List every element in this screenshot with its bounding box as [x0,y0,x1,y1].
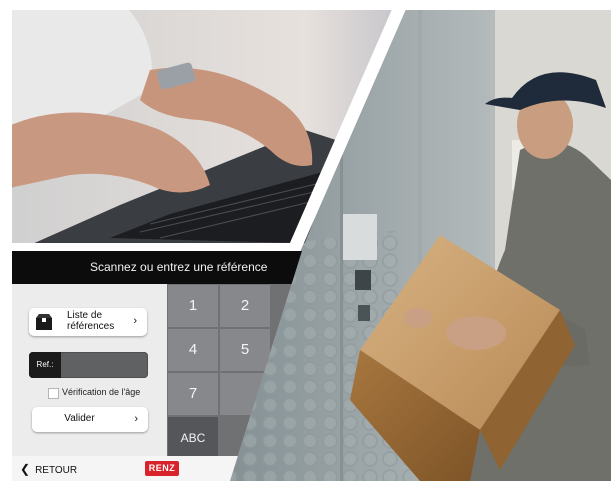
renz-logo: RENZ [145,461,179,476]
back-label: RETOUR [35,465,78,476]
key-2[interactable]: 2 [220,285,270,327]
key-4[interactable]: 4 [168,329,218,371]
chevron-right-icon: › [134,413,138,425]
reference-list-label: Liste de références [67,310,115,332]
key-5[interactable]: 5 [220,329,270,371]
key-1[interactable]: 1 [168,285,218,327]
collage: Scannez ou entrez une référence Liste de… [0,0,611,481]
reference-input[interactable]: Ref.: [29,352,148,378]
validate-button[interactable]: Valider › [32,407,148,432]
reference-list-button[interactable]: Liste de références › [29,308,147,336]
validate-label: Valider [64,413,95,424]
chevron-right-icon: › [133,315,137,327]
back-button[interactable]: ❮ RETOUR [20,462,77,476]
kiosk-header: Scannez ou entrez une référence [12,251,302,284]
key-7[interactable]: 7 [168,373,218,415]
age-verification-checkbox[interactable] [48,388,59,399]
age-verification-label: Vérification de l'âge [62,387,141,397]
box-icon [36,314,52,330]
chevron-left-icon: ❮ [20,462,31,476]
reference-input-tag: Ref.: [29,352,61,378]
